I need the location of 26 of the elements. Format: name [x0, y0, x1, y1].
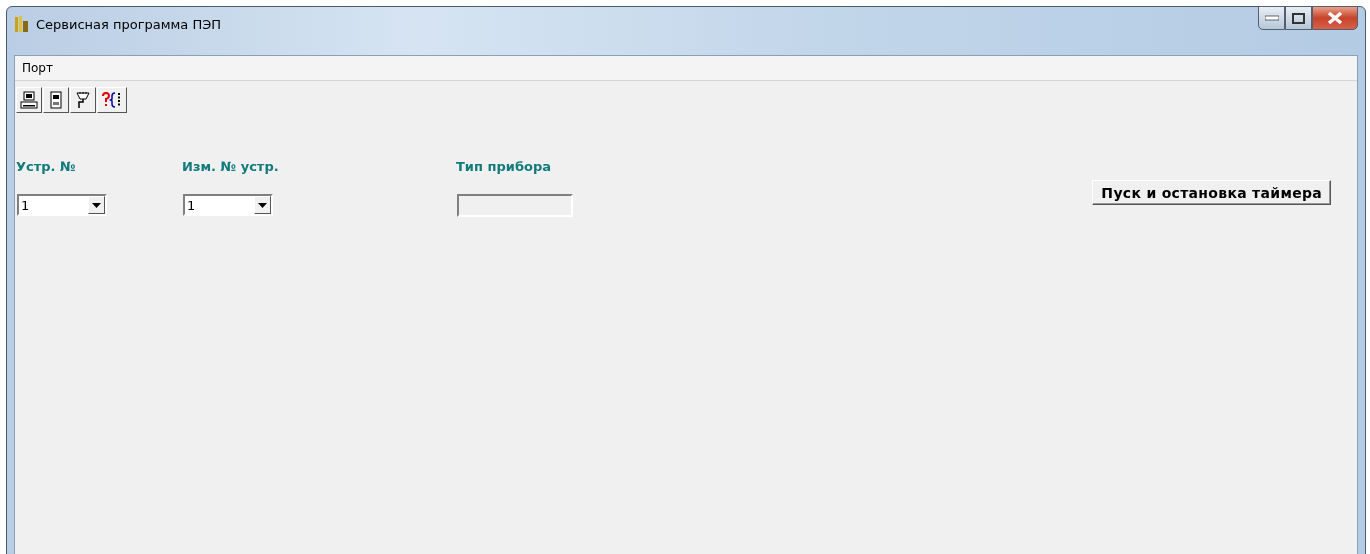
minimize-button[interactable] — [1258, 6, 1285, 30]
toolbar-button[interactable] — [16, 87, 42, 113]
field-label: Изм. № устр. — [182, 159, 280, 174]
toolbar-button[interactable] — [97, 87, 127, 113]
device-icon — [50, 91, 62, 109]
help-icon — [101, 91, 123, 109]
minimize-icon — [1264, 15, 1279, 21]
computer-icon — [20, 91, 38, 109]
toolbar-button[interactable] — [43, 87, 69, 113]
field-label: Устр. № — [16, 159, 77, 174]
maximize-icon — [1292, 12, 1305, 24]
dropdown[interactable]: 1 — [17, 194, 107, 216]
menu-item[interactable]: Порт — [17, 61, 58, 75]
input-field[interactable] — [457, 194, 573, 217]
app-icon — [14, 15, 30, 33]
close-icon — [1327, 11, 1343, 25]
toolbar-button[interactable] — [70, 87, 96, 113]
window-title: Сервисная программа ПЭП — [36, 16, 222, 32]
plug-icon — [75, 91, 91, 109]
field-label: Тип прибора — [456, 159, 552, 174]
caret-icon — [92, 202, 101, 208]
timer-button[interactable]: Пуск и остановка таймера — [1092, 180, 1331, 205]
caret-icon — [258, 202, 267, 208]
dropdown[interactable]: 1 — [183, 194, 273, 216]
close-button[interactable] — [1312, 6, 1358, 30]
maximize-button[interactable] — [1285, 6, 1312, 30]
